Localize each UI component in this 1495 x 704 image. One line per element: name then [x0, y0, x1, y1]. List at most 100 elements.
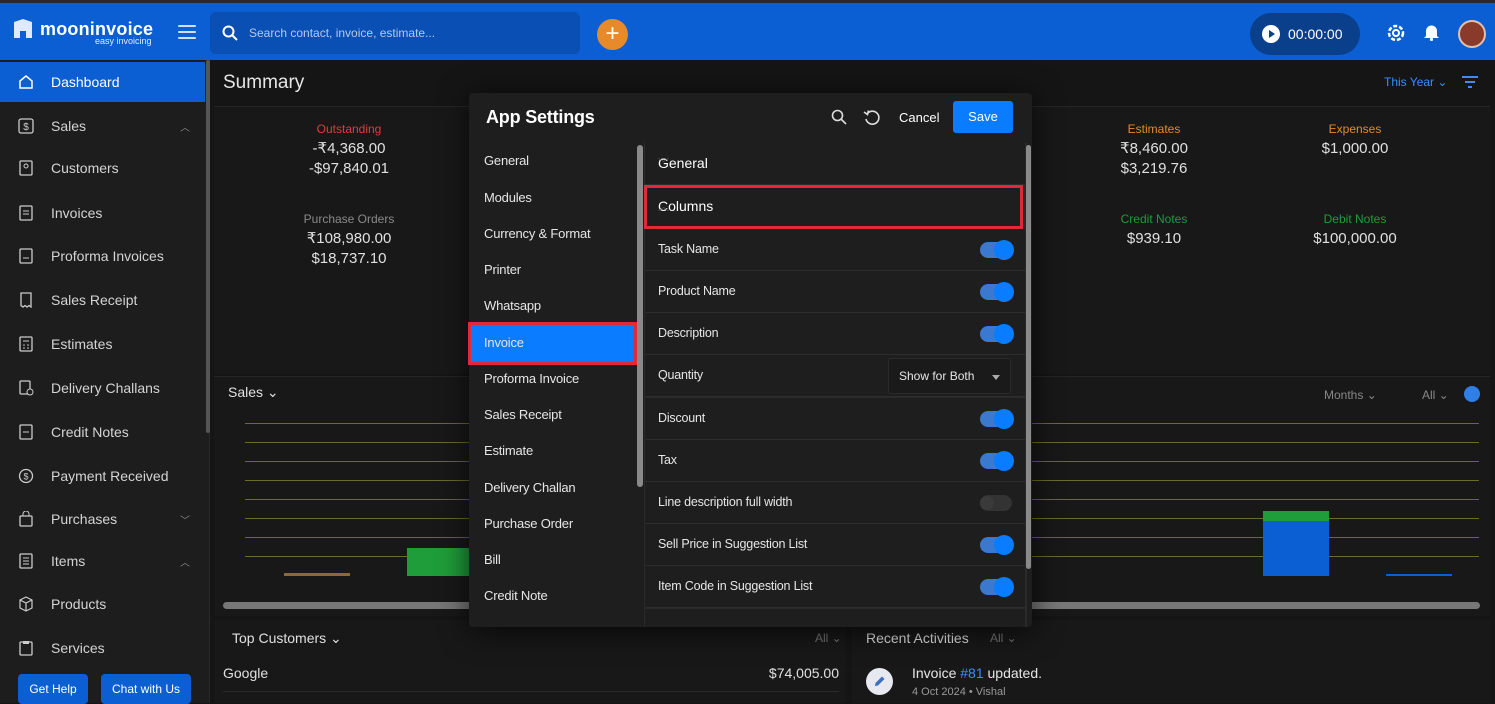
sales-title-select[interactable]: Sales ⌄: [228, 384, 279, 401]
timer-widget[interactable]: 00:00:00: [1250, 13, 1360, 55]
quantity-select[interactable]: Show for Both: [888, 358, 1011, 394]
play-icon[interactable]: [1262, 25, 1280, 43]
settings-menu-delivery-challan[interactable]: Delivery Challan: [469, 470, 636, 506]
top-customers-filter[interactable]: All ⌄: [815, 631, 842, 645]
stat-title: Debit Notes: [1323, 212, 1387, 226]
sidebar-item-label: Sales: [51, 118, 87, 134]
toggle-switch[interactable]: [980, 495, 1012, 511]
sidebar-item-services[interactable]: Services: [0, 628, 205, 668]
stat-title: Estimates: [1127, 122, 1181, 136]
months-select[interactable]: Months ⌄: [1324, 388, 1377, 402]
chevron-up-icon[interactable]: ︿: [180, 554, 190, 569]
setting-row-quantity: Quantity Show for Both: [645, 355, 1025, 397]
sidebar-item-dashboard[interactable]: Dashboard: [0, 62, 205, 102]
search-icon[interactable]: [831, 109, 847, 125]
stat-expenses[interactable]: Expenses $1,000.00: [1255, 122, 1455, 159]
sidebar-item-items[interactable]: Items ︿: [0, 541, 205, 581]
sidebar-item-customers[interactable]: Customers: [0, 148, 205, 188]
save-button[interactable]: Save: [953, 101, 1013, 133]
toggle-switch[interactable]: [980, 451, 1014, 471]
add-new-button[interactable]: +: [597, 19, 628, 50]
settings-menu-scrollbar[interactable]: [637, 145, 643, 487]
pie-chart-icon[interactable]: [1464, 386, 1480, 402]
chat-with-us-button[interactable]: Chat with Us: [101, 674, 191, 704]
period-select[interactable]: This Year ⌄: [1384, 75, 1447, 89]
activity-prefix: Invoice: [912, 665, 961, 681]
activity-suffix: updated.: [983, 665, 1042, 681]
sidebar-item-proforma-invoices[interactable]: Proforma Invoices: [0, 236, 205, 276]
settings-menu-currency-format[interactable]: Currency & Format: [469, 216, 636, 252]
top-customers-title: Top Customers: [232, 630, 327, 646]
settings-menu-proforma-invoice[interactable]: Proforma Invoice: [469, 361, 636, 397]
gear-icon[interactable]: [1386, 23, 1406, 43]
recent-activities-filter[interactable]: All ⌄: [990, 631, 1017, 645]
stat-purchase-orders[interactable]: Purchase Orders ₹108,980.00 $18,737.10: [249, 212, 449, 269]
settings-menu-invoice[interactable]: Invoice: [468, 322, 637, 365]
stat-credit-notes[interactable]: Credit Notes $939.10: [1054, 212, 1254, 249]
settings-menu-credit-note[interactable]: Credit Note: [469, 578, 636, 614]
sidebar-item-products[interactable]: Products: [0, 584, 205, 624]
chevron-down-icon[interactable]: ﹀: [180, 512, 190, 527]
stat-outstanding[interactable]: Outstanding -₹4,368.00 -$97,840.01: [249, 122, 449, 179]
toggle-switch[interactable]: [980, 240, 1014, 260]
settings-menu-printer[interactable]: Printer: [469, 252, 636, 288]
section-general[interactable]: General ﹀: [645, 143, 1025, 185]
setting-row-description: Description: [645, 313, 1025, 355]
settings-menu-sales-receipt[interactable]: Sales Receipt: [469, 397, 636, 433]
sidebar-item-payment-received[interactable]: $ Payment Received: [0, 456, 205, 496]
document-icon: [19, 248, 33, 264]
sidebar-item-estimates[interactable]: Estimates: [0, 324, 205, 364]
activity-invoice-link[interactable]: #81: [960, 665, 983, 681]
clipboard-icon: [19, 641, 33, 656]
menu-toggle-icon[interactable]: [178, 25, 196, 39]
filter-icon[interactable]: [1462, 75, 1478, 89]
settings-menu-whatsapp[interactable]: Whatsapp: [469, 288, 636, 324]
section-columns[interactable]: Columns ︿: [644, 185, 1023, 229]
stat-value: -$97,840.01: [308, 160, 390, 177]
sidebar-item-delivery-challans[interactable]: Delivery Challans: [0, 368, 205, 408]
settings-menu-general[interactable]: General: [469, 143, 636, 179]
settings-menu-estimate[interactable]: Estimate: [469, 433, 636, 469]
top-customers-select[interactable]: Top Customers ⌄: [232, 630, 342, 647]
search-input[interactable]: Search contact, invoice, estimate...: [249, 26, 435, 40]
sidebar-item-credit-notes[interactable]: Credit Notes: [0, 412, 205, 452]
sidebar-item-sales-receipt[interactable]: Sales Receipt: [0, 280, 205, 320]
toggle-switch[interactable]: [980, 577, 1014, 597]
table-row[interactable]: Google $74,005.00: [223, 659, 839, 692]
search-bar[interactable]: Search contact, invoice, estimate...: [210, 12, 580, 54]
stat-value: ₹8,460.00: [1120, 140, 1188, 157]
setting-row-partial: [645, 609, 1025, 627]
stat-estimates[interactable]: Estimates ₹8,460.00 $3,219.76: [1054, 122, 1254, 179]
timer-value: 00:00:00: [1288, 26, 1343, 42]
toggle-switch[interactable]: [980, 282, 1014, 302]
get-help-button[interactable]: Get Help: [18, 674, 88, 704]
sales-filter-select[interactable]: All ⌄: [1422, 388, 1449, 402]
stat-value: $1,000.00: [1321, 140, 1389, 157]
contacts-icon: [19, 160, 33, 176]
cancel-button[interactable]: Cancel: [899, 110, 939, 125]
sidebar-item-sales[interactable]: $ Sales ︿: [0, 106, 205, 146]
avatar[interactable]: [1458, 20, 1486, 48]
period-label: This Year: [1384, 75, 1435, 89]
settings-content-scrollbar[interactable]: [1026, 145, 1031, 569]
settings-menu-bill[interactable]: Bill: [469, 542, 636, 578]
settings-menu-label: Sales Receipt: [484, 407, 562, 422]
toggle-switch[interactable]: [980, 409, 1014, 429]
toggle-switch[interactable]: [980, 324, 1014, 344]
chevron-up-icon[interactable]: ︿: [180, 119, 190, 134]
sidebar-item-purchases[interactable]: Purchases ﹀: [0, 499, 205, 539]
settings-menu-label: Delivery Challan: [484, 480, 576, 495]
settings-menu-modules[interactable]: Modules: [469, 180, 636, 216]
customer-amount: $74,005.00: [768, 665, 839, 681]
setting-label: Product Name: [658, 284, 736, 298]
sidebar-item-label: Payment Received: [51, 468, 169, 484]
setting-label: Line description full width: [658, 495, 793, 509]
toggle-switch[interactable]: [980, 535, 1014, 555]
bell-icon[interactable]: [1423, 23, 1440, 41]
sidebar-item-invoices[interactable]: Invoices: [0, 193, 205, 233]
sidebar-item-label: Dashboard: [51, 74, 120, 90]
reset-icon[interactable]: [863, 109, 881, 127]
settings-menu-purchase-order[interactable]: Purchase Order: [469, 506, 636, 542]
edit-pencil-icon: [866, 668, 893, 695]
stat-debit-notes[interactable]: Debit Notes $100,000.00: [1255, 212, 1455, 249]
